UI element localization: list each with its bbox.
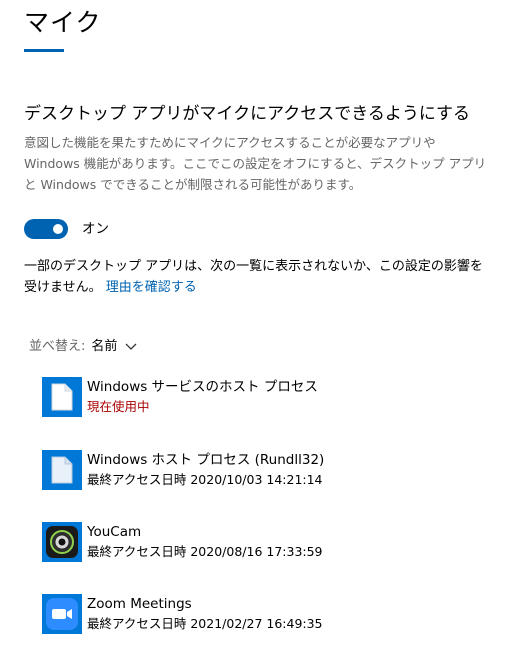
list-item[interactable]: Windows サービスのホスト プロセス 現在使用中 <box>42 377 502 419</box>
learn-why-link[interactable]: 理由を確認する <box>106 280 197 295</box>
app-status: 現在使用中 <box>87 399 150 414</box>
app-name: YouCam <box>87 524 142 540</box>
desktop-access-toggle[interactable] <box>24 219 68 239</box>
sort-label: 並べ替え: <box>29 339 86 354</box>
list-item[interactable]: Zoom Meetings 最終アクセス日時 2021/02/27 16:49:… <box>42 594 502 636</box>
app-tile <box>42 522 82 562</box>
app-tile <box>42 450 82 490</box>
toggle-state-label: オン <box>82 221 109 237</box>
page-title: マイク <box>24 8 102 37</box>
app-tile <box>42 377 82 417</box>
sort-value: 名前 <box>91 339 118 354</box>
section-heading: デスクトップ アプリがマイクにアクセスできるようにする <box>24 104 471 124</box>
app-name: Windows ホスト プロセス (Rundll32) <box>87 452 325 468</box>
document-icon <box>51 456 73 484</box>
document-icon <box>51 383 73 411</box>
app-status: 最終アクセス日時 2020/08/16 17:33:59 <box>87 544 323 559</box>
note-body: 一部のデスクトップ アプリは、次の一覧に表示されないか、この設定の影響を受けませ… <box>24 259 483 295</box>
sort-dropdown[interactable]: 並べ替え: 名前 <box>29 337 137 357</box>
app-name: Zoom Meetings <box>87 596 192 612</box>
toggle-knob <box>53 224 63 234</box>
section-description: 意図した機能を果たすためにマイクにアクセスすることが必要なアプリや Window… <box>24 135 487 192</box>
webcam-icon <box>46 526 78 558</box>
note-text: 一部のデスクトップ アプリは、次の一覧に表示されないか、この設定の影響を受けませ… <box>24 256 494 298</box>
app-tile <box>42 594 82 634</box>
app-status: 最終アクセス日時 2021/02/27 16:49:35 <box>87 616 323 631</box>
app-name: Windows サービスのホスト プロセス <box>87 379 318 395</box>
chevron-down-icon <box>125 343 137 350</box>
video-camera-icon <box>46 598 78 630</box>
list-item[interactable]: Windows ホスト プロセス (Rundll32) 最終アクセス日時 202… <box>42 450 502 492</box>
app-status: 最終アクセス日時 2020/10/03 14:21:14 <box>87 472 323 487</box>
list-item[interactable]: YouCam 最終アクセス日時 2020/08/16 17:33:59 <box>42 522 502 564</box>
title-underline <box>24 49 64 52</box>
